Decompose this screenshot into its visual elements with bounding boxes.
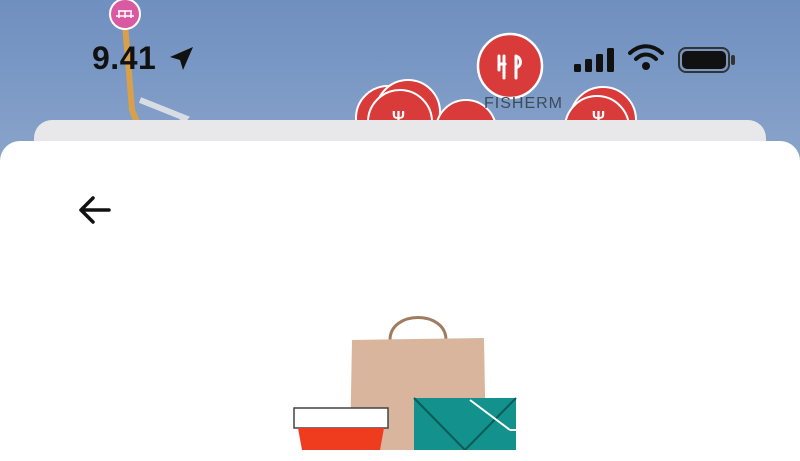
wifi-icon	[628, 44, 664, 77]
shopping-illustration	[280, 300, 540, 455]
cellular-signal-icon	[574, 48, 616, 77]
cup-icon	[293, 407, 389, 450]
battery-icon	[678, 47, 736, 78]
location-arrow-icon	[167, 45, 195, 78]
back-button[interactable]	[68, 188, 120, 232]
box-icon	[413, 397, 527, 452]
arrow-left-icon	[79, 196, 111, 224]
status-time: 9.41	[92, 40, 157, 76]
status-bar: 9.41	[0, 0, 800, 120]
bag-handle	[388, 316, 448, 341]
